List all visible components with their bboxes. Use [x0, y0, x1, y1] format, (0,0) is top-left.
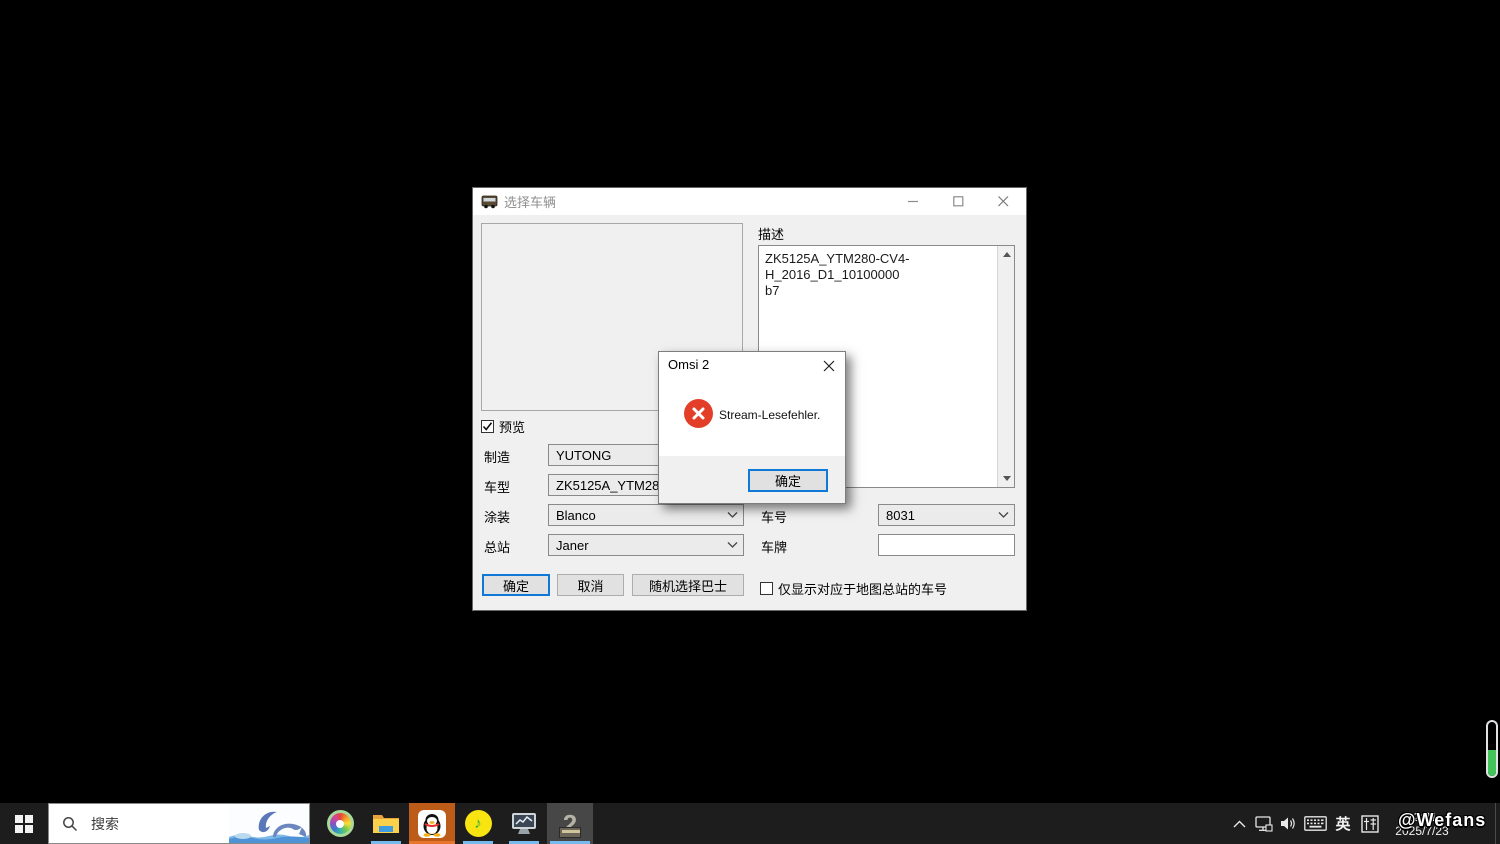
taskbar-qq-music-icon[interactable]: ♪	[455, 803, 501, 844]
performance-monitor-icon	[512, 812, 536, 834]
volume-indicator	[1486, 720, 1498, 778]
search-highlight-dolphin-art[interactable]	[229, 804, 309, 843]
minimize-button[interactable]	[891, 188, 936, 215]
taskbar-search[interactable]: 搜索	[48, 803, 310, 844]
close-button[interactable]	[981, 188, 1026, 215]
error-dialog-title: Omsi 2	[668, 357, 710, 372]
chevron-up-icon	[1233, 820, 1245, 827]
desktop: 选择车辆 描述 ZK5125A_YTM280-CV4-H_2016_D1_101…	[0, 0, 1500, 844]
keyboard-icon	[1303, 816, 1327, 831]
manufacturer-label: 制造	[484, 450, 511, 465]
ok-button[interactable]: 确定	[482, 574, 550, 596]
random-bus-button[interactable]: 随机选择巴士	[632, 574, 744, 596]
description-scrollbar[interactable]	[997, 246, 1014, 487]
scroll-down-icon[interactable]	[998, 470, 1015, 487]
tray-ime-mode[interactable]	[1356, 803, 1384, 844]
map-depot-filter-checkbox[interactable]: 仅显示对应于地图总站的车号	[760, 579, 947, 598]
bus-icon	[481, 195, 498, 209]
description-label: 描述	[758, 227, 785, 242]
scroll-up-icon[interactable]	[998, 246, 1015, 263]
error-dialog: Omsi 2 Stream-Lesefehler. 确定	[658, 351, 846, 504]
dialog-titlebar[interactable]: 选择车辆	[473, 188, 1026, 215]
depot-combo[interactable]: Janer	[548, 534, 744, 556]
maximize-button[interactable]	[936, 188, 981, 215]
livery-combo[interactable]: Blanco	[548, 504, 744, 526]
chevron-down-icon	[998, 512, 1009, 518]
license-plate-input[interactable]	[878, 534, 1015, 556]
manufacturer-value: YUTONG	[556, 447, 612, 463]
cancel-button[interactable]: 取消	[557, 574, 624, 596]
error-message: Stream-Lesefehler.	[719, 408, 821, 422]
taskbar-monitor-app-icon[interactable]	[501, 803, 547, 844]
volume-level-fill	[1488, 750, 1496, 776]
omsi2-icon: 2	[558, 811, 581, 838]
error-close-button[interactable]	[819, 356, 839, 376]
watermark: @Wefans	[1398, 810, 1487, 830]
error-ok-button[interactable]: 确定	[748, 469, 828, 492]
taskbar-picture-viewer-icon[interactable]	[317, 803, 363, 844]
ime-pinyin-icon	[1361, 814, 1379, 833]
tray-overflow-chevron[interactable]	[1228, 803, 1250, 844]
chevron-down-icon	[727, 512, 738, 518]
bus-number-value: 8031	[886, 507, 915, 523]
model-label: 车型	[484, 480, 511, 495]
bus-number-combo[interactable]: 8031	[878, 504, 1015, 526]
livery-label: 涂装	[484, 510, 511, 525]
network-icon	[1254, 815, 1273, 832]
chevron-down-icon	[727, 542, 738, 548]
search-icon	[63, 816, 78, 831]
checkbox-unchecked-icon[interactable]	[760, 582, 773, 595]
dialog-title: 选择车辆	[504, 195, 557, 210]
depot-value: Janer	[556, 537, 589, 553]
description-text: ZK5125A_YTM280-CV4-H_2016_D1_10100000 b7	[765, 251, 910, 298]
search-placeholder: 搜索	[91, 815, 119, 832]
checkbox-checked-icon[interactable]	[481, 420, 494, 433]
start-button[interactable]	[0, 803, 48, 844]
preview-checkbox-label: 预览	[499, 420, 526, 435]
music-icon: ♪	[464, 810, 492, 837]
taskbar-file-explorer-icon[interactable]	[363, 803, 409, 844]
tray-network[interactable]	[1250, 803, 1276, 844]
taskbar-omsi2-icon[interactable]: 2	[547, 803, 593, 844]
depot-label: 总站	[484, 540, 511, 555]
bus-number-label: 车号	[761, 510, 788, 525]
license-plate-label: 车牌	[761, 540, 788, 555]
windows-logo-icon	[15, 814, 33, 833]
map-depot-filter-label: 仅显示对应于地图总站的车号	[778, 582, 948, 597]
preview-checkbox[interactable]: 预览	[481, 417, 525, 436]
folder-icon	[373, 815, 399, 833]
taskbar-qq-icon[interactable]	[409, 803, 455, 844]
tray-ime-language[interactable]: 英	[1330, 803, 1356, 844]
qq-penguin-icon	[418, 809, 446, 838]
tray-volume[interactable]	[1276, 803, 1300, 844]
livery-value: Blanco	[556, 507, 596, 523]
show-desktop-button[interactable]	[1495, 803, 1500, 844]
pinwheel-icon	[326, 810, 354, 837]
taskbar: 搜索 ♪ 2 英 22:21 2025/7/23	[0, 803, 1500, 844]
speaker-icon	[1280, 817, 1295, 830]
error-icon	[684, 399, 713, 428]
taskbar-app-icons: ♪ 2	[317, 803, 593, 844]
tray-touch-keyboard[interactable]	[1300, 803, 1330, 844]
